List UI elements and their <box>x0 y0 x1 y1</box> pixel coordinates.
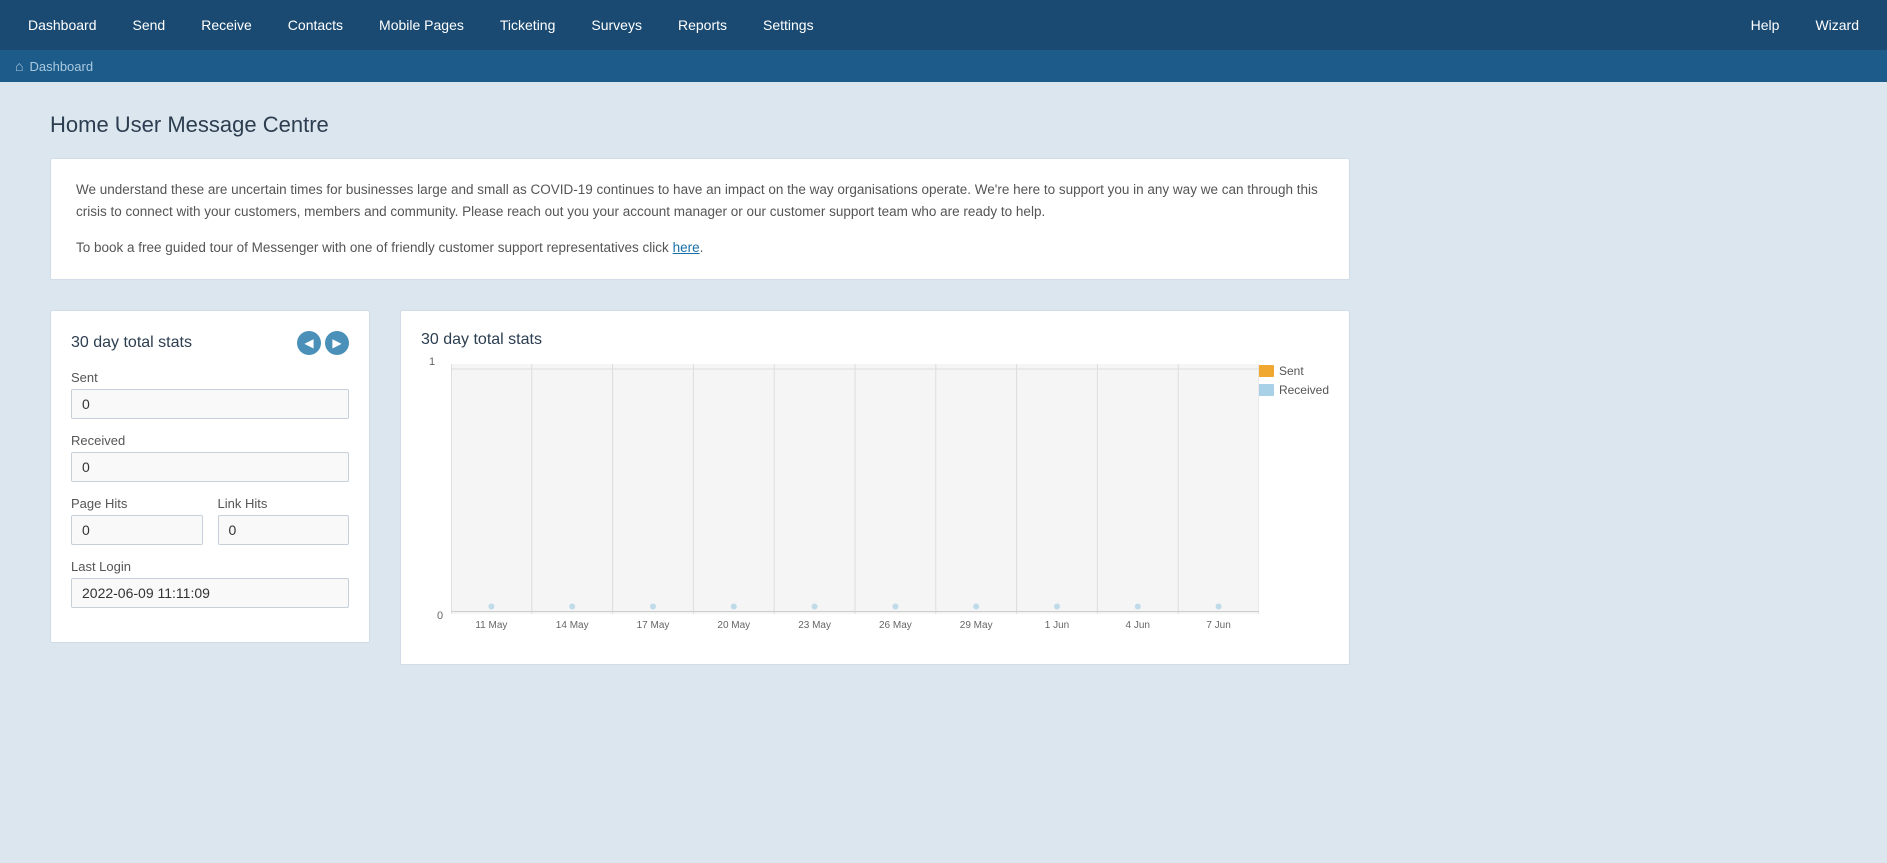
last-login-input[interactable] <box>71 578 349 608</box>
nav-surveys[interactable]: Surveys <box>573 0 660 50</box>
chart-panel: 30 day total stats Sent Received 1 <box>400 310 1350 665</box>
message-card: We understand these are uncertain times … <box>50 158 1350 280</box>
nav-send[interactable]: Send <box>115 0 184 50</box>
y-label-bottom: 0 <box>437 610 443 622</box>
chart-svg <box>451 364 1259 614</box>
tour-link[interactable]: here <box>673 240 700 255</box>
nav-reports[interactable]: Reports <box>660 0 745 50</box>
page-hits-field: Page Hits <box>71 496 203 545</box>
legend-received-swatch <box>1258 384 1274 396</box>
breadcrumb-bar: ⌂ Dashboard <box>0 50 1887 82</box>
nav-wizard[interactable]: Wizard <box>1797 0 1877 50</box>
chart-title: 30 day total stats <box>421 331 1329 349</box>
sent-label: Sent <box>71 370 349 385</box>
next-icon: ▶ <box>332 336 341 350</box>
chart-area: 1 0 <box>451 364 1259 614</box>
x-label-0: 11 May <box>451 620 532 631</box>
chart-legend: Sent Received <box>1258 364 1329 397</box>
stats-panel-header: 30 day total stats ◀ ▶ <box>71 331 349 355</box>
x-label-1: 14 May <box>532 620 613 631</box>
nav-receive[interactable]: Receive <box>183 0 270 50</box>
last-login-field: Last Login <box>71 559 349 608</box>
received-input[interactable] <box>71 452 349 482</box>
x-label-3: 20 May <box>693 620 774 631</box>
nav-settings[interactable]: Settings <box>745 0 832 50</box>
stats-panel-title: 30 day total stats <box>71 334 192 352</box>
nav-mobile-pages[interactable]: Mobile Pages <box>361 0 482 50</box>
legend-sent-swatch <box>1258 365 1274 377</box>
stats-row: 30 day total stats ◀ ▶ Sent Received <box>50 310 1350 665</box>
page-title: Home User Message Centre <box>50 112 1350 138</box>
chart-container: Sent Received 1 0 <box>421 364 1329 644</box>
x-label-4: 23 May <box>774 620 855 631</box>
breadcrumb-dashboard[interactable]: Dashboard <box>29 59 93 74</box>
top-navigation: Dashboard Send Receive Contacts Mobile P… <box>0 0 1887 50</box>
nav-help[interactable]: Help <box>1733 0 1798 50</box>
link-hits-field: Link Hits <box>218 496 350 545</box>
nav-dashboard[interactable]: Dashboard <box>10 0 115 50</box>
x-label-6: 29 May <box>936 620 1017 631</box>
link-hits-input[interactable] <box>218 515 350 545</box>
link-hits-label: Link Hits <box>218 496 350 511</box>
prev-icon: ◀ <box>304 336 313 350</box>
message2-prefix: To book a free guided tour of Messenger … <box>76 240 673 255</box>
legend-received-label: Received <box>1279 383 1329 397</box>
x-label-8: 4 Jun <box>1097 620 1178 631</box>
last-login-label: Last Login <box>71 559 349 574</box>
message2-suffix: . <box>700 240 704 255</box>
stats-left-panel: 30 day total stats ◀ ▶ Sent Received <box>50 310 370 643</box>
message-paragraph-1: We understand these are uncertain times … <box>76 179 1324 222</box>
x-label-5: 26 May <box>855 620 936 631</box>
stats-prev-button[interactable]: ◀ <box>297 331 321 355</box>
x-label-7: 1 Jun <box>1017 620 1098 631</box>
nav-right: Help Wizard <box>1733 0 1877 50</box>
nav-ticketing[interactable]: Ticketing <box>482 0 574 50</box>
home-icon: ⌂ <box>15 58 23 74</box>
page-hits-label: Page Hits <box>71 496 203 511</box>
nav-contacts[interactable]: Contacts <box>270 0 361 50</box>
x-labels: 11 May 14 May 17 May 20 May 23 May 26 Ma… <box>451 620 1259 631</box>
stats-next-button[interactable]: ▶ <box>325 331 349 355</box>
legend-sent-label: Sent <box>1279 364 1304 378</box>
main-content: Home User Message Centre We understand t… <box>0 82 1400 695</box>
sent-field: Sent <box>71 370 349 419</box>
message-paragraph-2: To book a free guided tour of Messenger … <box>76 237 1324 259</box>
x-label-9: 7 Jun <box>1178 620 1259 631</box>
received-label: Received <box>71 433 349 448</box>
hits-row: Page Hits Link Hits <box>71 496 349 545</box>
x-label-2: 17 May <box>613 620 694 631</box>
page-hits-input[interactable] <box>71 515 203 545</box>
sent-input[interactable] <box>71 389 349 419</box>
legend-received: Received <box>1258 383 1329 397</box>
received-field: Received <box>71 433 349 482</box>
stats-nav-buttons: ◀ ▶ <box>297 331 349 355</box>
y-label-top: 1 <box>429 356 435 368</box>
legend-sent: Sent <box>1258 364 1329 378</box>
